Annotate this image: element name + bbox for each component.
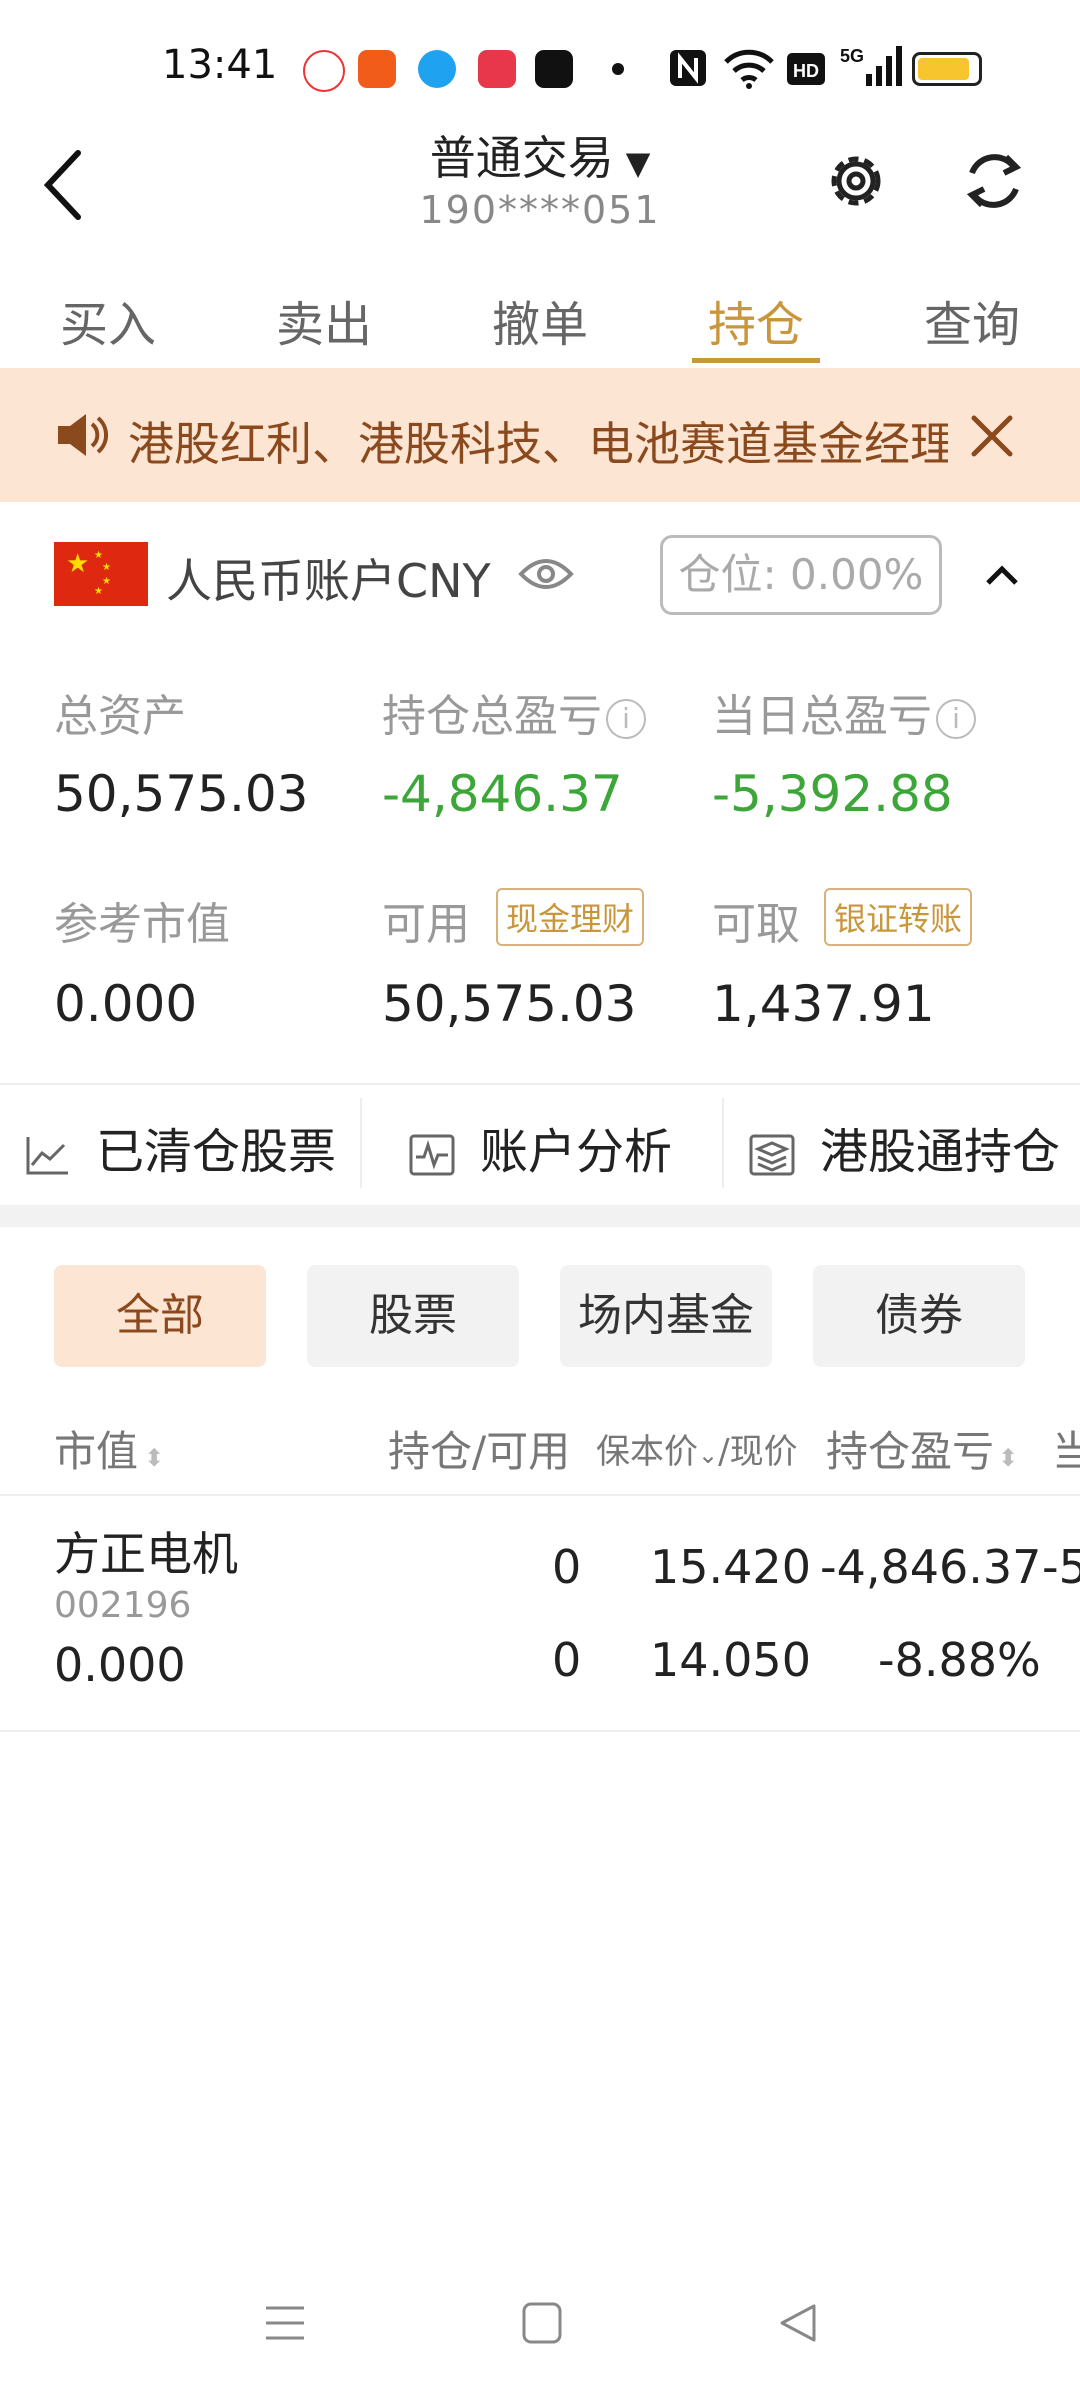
tab-cancel-order[interactable]: 撤单 — [460, 285, 620, 355]
svg-text:★: ★ — [94, 586, 103, 597]
stock-market-value: 0.000 — [54, 1638, 186, 1692]
svg-text:★: ★ — [94, 550, 103, 561]
pulse-icon — [409, 1134, 455, 1176]
signal-5g-icon: 5G — [840, 46, 902, 86]
divider — [722, 1098, 724, 1188]
page-title[interactable]: 普通交易 ▼ — [0, 122, 1080, 188]
layers-icon — [749, 1134, 795, 1176]
active-tab-indicator — [692, 358, 820, 363]
col-cost-current-price[interactable]: 保本价⌄/现价 — [596, 1424, 798, 1473]
position-pl-label[interactable]: 持仓总盈亏 i — [382, 680, 646, 744]
status-time: 13:41 — [162, 42, 278, 88]
cash-management-tag[interactable]: 现金理财 — [496, 888, 645, 946]
position-pl-value: -4,846.37 — [382, 765, 623, 823]
app-notification-icon — [358, 50, 396, 88]
app-notification-icon — [418, 50, 456, 88]
refresh-icon[interactable] — [958, 145, 1030, 217]
status-bar: 13:41 HD 5G — [0, 0, 1080, 130]
more-notifications-dot-icon — [612, 63, 624, 75]
daily-pl-value: -5,392.88 — [712, 765, 953, 823]
eye-visibility-icon[interactable] — [518, 552, 574, 596]
divider — [0, 1730, 1080, 1732]
col-daily-partial: 当 — [1052, 1427, 1080, 1476]
sort-icon: ⬍ — [144, 1444, 165, 1472]
daily-pl-label[interactable]: 当日总盈亏 i — [712, 680, 976, 744]
filter-all[interactable]: 全部 — [54, 1265, 266, 1367]
china-flag-icon: ★ ★★★★ — [54, 542, 148, 606]
close-icon[interactable] — [966, 410, 1018, 462]
col-market-value[interactable]: 市值 ⬍ — [54, 1418, 164, 1479]
stock-code: 002196 — [54, 1585, 192, 1626]
stock-position-pl-pct: -8.88% — [878, 1633, 1041, 1687]
speaker-icon — [58, 414, 108, 456]
stock-name[interactable]: 方正电机 — [54, 1518, 238, 1584]
stock-hold: 0 — [552, 1540, 582, 1594]
app-notification-icon — [478, 50, 516, 88]
filter-bonds[interactable]: 债券 — [813, 1265, 1025, 1367]
available-label: 可用 — [382, 899, 470, 950]
trade-tabs: 买入 卖出 撤单 持仓 查询 — [0, 265, 1080, 365]
position-ratio-badge: 仓位: 0.00% — [660, 535, 942, 615]
wifi-icon — [724, 49, 774, 89]
account-number: 190****051 — [419, 188, 661, 232]
available-value: 50,575.03 — [382, 975, 637, 1033]
tab-sell[interactable]: 卖出 — [244, 285, 404, 355]
chart-line-icon — [26, 1137, 68, 1175]
total-assets-value: 50,575.03 — [54, 765, 309, 823]
menu-icon[interactable] — [262, 2300, 308, 2346]
info-icon[interactable]: i — [936, 699, 976, 739]
col-position-pl[interactable]: 持仓盈亏 ⬍ — [826, 1418, 1018, 1479]
divider — [0, 1494, 1080, 1496]
tab-buy[interactable]: 买入 — [28, 285, 188, 355]
app-notification-icon — [535, 50, 573, 88]
filter-exchange-funds[interactable]: 场内基金 — [560, 1265, 772, 1367]
svg-text:★: ★ — [66, 549, 89, 579]
info-icon[interactable]: i — [606, 699, 646, 739]
home-square-icon[interactable] — [520, 2300, 564, 2346]
hk-connect-positions-button[interactable]: 港股通持仓 — [748, 1112, 1060, 1182]
back-triangle-icon[interactable] — [776, 2300, 822, 2346]
stock-position-pl: -4,846.37 — [820, 1540, 1042, 1594]
section-gap — [0, 1205, 1080, 1227]
stock-available: 0 — [552, 1633, 582, 1687]
battery-icon — [912, 52, 982, 86]
tab-query[interactable]: 查询 — [892, 285, 1052, 355]
tab-positions[interactable]: 持仓 — [676, 285, 836, 355]
svg-text:HD: HD — [793, 61, 819, 81]
sort-icon: ⬍ — [998, 1444, 1019, 1472]
col-hold-available: 持仓/可用 — [388, 1427, 571, 1476]
withdrawable-label: 可取 — [712, 899, 800, 950]
stock-cost-price: 15.420 — [650, 1540, 811, 1594]
withdrawable-value: 1,437.91 — [712, 975, 935, 1033]
ref-market-value: 0.000 — [54, 975, 198, 1033]
hd-icon: HD — [787, 53, 825, 85]
nfc-icon — [670, 50, 706, 86]
account-analysis-button[interactable]: 账户分析 — [408, 1112, 672, 1182]
svg-text:5G: 5G — [840, 46, 864, 66]
bank-transfer-tag[interactable]: 银证转账 — [824, 888, 973, 946]
svg-text:★: ★ — [102, 576, 111, 587]
cleared-stocks-button[interactable]: 已清仓股票 — [24, 1112, 336, 1182]
filter-stocks[interactable]: 股票 — [307, 1265, 519, 1367]
total-assets-label: 总资产 — [54, 691, 186, 742]
app-notification-icon — [303, 50, 345, 92]
svg-text:★: ★ — [102, 562, 111, 573]
chevron-down-icon: ⌄ — [698, 1441, 719, 1469]
account-name[interactable]: 人民币账户CNY — [166, 545, 491, 611]
ref-market-value-label: 参考市值 — [54, 899, 230, 950]
dropdown-triangle-icon: ▼ — [625, 144, 651, 182]
chevron-up-icon[interactable] — [980, 555, 1024, 595]
banner-text[interactable]: 港股红利、港股科技、电池赛道基金经理 — [128, 408, 948, 474]
divider — [360, 1098, 362, 1188]
settings-gear-icon[interactable] — [820, 145, 892, 217]
stock-daily-partial: -5 — [1042, 1540, 1080, 1594]
stock-current-price: 14.050 — [650, 1633, 811, 1687]
